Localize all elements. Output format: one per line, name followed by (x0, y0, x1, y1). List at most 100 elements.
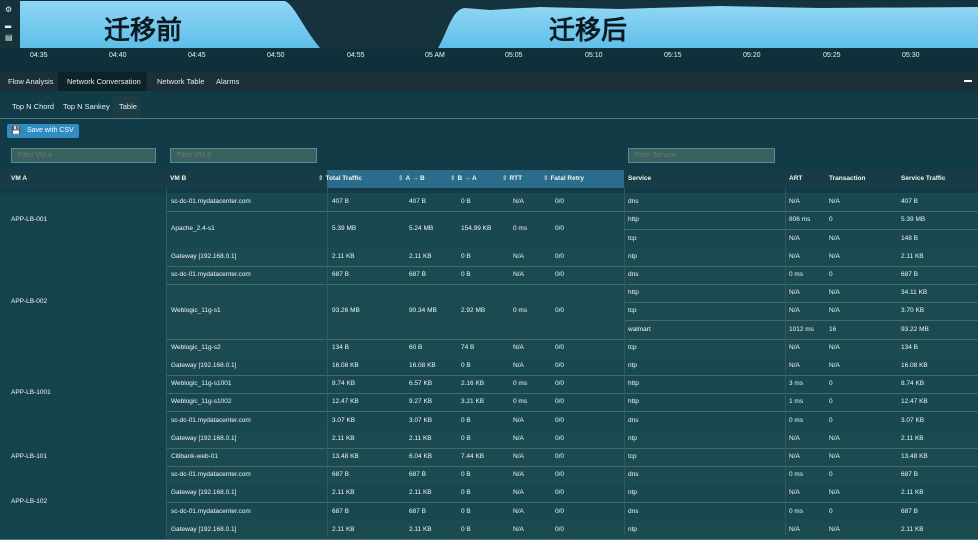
vm-b-cell[interactable]: Gateway [192.168.0.1] (171, 489, 236, 496)
col-service-header[interactable]: Service (628, 170, 651, 188)
tab-network-table[interactable]: Network Table (148, 72, 206, 91)
service-cell[interactable]: dns (628, 198, 638, 205)
column-header-label: RTT (509, 175, 523, 182)
service-cell[interactable]: http (628, 216, 639, 223)
transaction-cell: N/A (829, 289, 840, 297)
a-to-b-cell: 407 B (409, 198, 426, 206)
service-row-divider (624, 338, 978, 340)
rtt-cell: N/A (513, 416, 524, 424)
vm-a-label[interactable]: APP-LB-002 (11, 298, 47, 305)
tab-table[interactable]: Table (113, 96, 141, 118)
service-cell[interactable]: http (628, 380, 639, 387)
filter-vm-b-input[interactable] (170, 148, 317, 163)
settings-icon[interactable]: ⚙ (5, 6, 15, 14)
vm-b-cell[interactable]: Gateway [192.168.0.1] (171, 526, 236, 533)
sort-icon[interactable]: ⇕ (398, 175, 403, 182)
vm-b-cell[interactable]: Weblogic_11g-s1001 (171, 380, 231, 387)
vm-b-cell[interactable]: Gateway [192.168.0.1] (171, 362, 236, 369)
col-transaction-header[interactable]: Transaction (829, 170, 865, 188)
timeline-tick-label: 05 AM (425, 52, 445, 59)
service-cell[interactable]: tcp (628, 453, 637, 460)
art-cell: N/A (789, 343, 800, 351)
vm-a-label[interactable]: APP-LB-102 (11, 498, 47, 505)
vm-b-cell[interactable]: sc-dc-01.mydatacenter.com (171, 271, 251, 278)
art-cell: N/A (789, 489, 800, 497)
vm-b-cell[interactable]: sc-dc-01.mydatacenter.com (171, 198, 251, 205)
tab-network-conversation[interactable]: Network Conversation (58, 72, 147, 91)
vm-b-cell[interactable]: Weblogic_11g-s1002 (171, 398, 231, 405)
vm-b-cell[interactable]: Apache_2.4-s1 (171, 225, 215, 232)
transaction-cell: 16 (829, 325, 837, 333)
service-cell[interactable]: dns (628, 508, 638, 515)
vm-b-cell[interactable]: Gateway [192.168.0.1] (171, 435, 236, 442)
column-header-label: Fatal Retry (550, 175, 585, 182)
total-traffic-cell: 2.11 KB (332, 489, 355, 497)
tab-top-n-sankey[interactable]: Top N Sankey (58, 96, 111, 118)
service-cell[interactable]: ntp (628, 526, 637, 533)
service-cell[interactable]: ntp (628, 489, 637, 496)
vm-b-cell[interactable]: Weblogic_11g-s2 (171, 344, 221, 351)
total-traffic-cell: 93.26 MB (332, 307, 360, 315)
col-total-traffic-header[interactable]: ⇕ Total Traffic (318, 170, 362, 188)
service-cell[interactable]: ntp (628, 362, 637, 369)
service-cell[interactable]: tcp (628, 307, 637, 314)
row-divider (166, 411, 624, 413)
service-cell[interactable]: http (628, 289, 639, 296)
rtt-cell: 0 ms (513, 380, 528, 388)
service-cell[interactable]: tcp (628, 235, 637, 242)
save-csv-button[interactable]: 💾 Save with CSV (7, 124, 79, 138)
vm-a-label[interactable]: APP-LB-1001 (11, 389, 51, 396)
col-b-to-a-header[interactable]: ⇕ B → A (450, 170, 477, 188)
col-art-header[interactable]: ART (789, 170, 802, 188)
sort-icon[interactable]: ⇕ (318, 175, 323, 182)
service-cell[interactable]: dns (628, 417, 638, 424)
service-cell[interactable]: ntp (628, 435, 637, 442)
col-vm-b-header[interactable]: VM B (170, 170, 186, 188)
filter-vm-a-input[interactable] (11, 148, 156, 163)
save-icon: 💾 (11, 126, 21, 135)
column-header-label: A → B (405, 175, 425, 182)
col-service-traffic-header[interactable]: Service Traffic (901, 170, 945, 188)
vm-a-label[interactable]: APP-LB-001 (11, 216, 47, 223)
service-cell[interactable]: dns (628, 271, 638, 278)
fatal-retry-cell: 0/0 (555, 270, 565, 278)
sort-icon[interactable]: ⇕ (502, 175, 507, 182)
rtt-cell: N/A (513, 489, 524, 497)
col-vm-a-header[interactable]: VM A (11, 170, 27, 188)
service-cell[interactable]: http (628, 398, 639, 405)
art-cell: 1 ms (789, 398, 804, 406)
service-cell[interactable]: walmart (628, 326, 651, 333)
vm-a-label[interactable]: APP-LB-101 (11, 453, 47, 460)
vm-b-cell[interactable]: sc-dc-01.mydatacenter.com (171, 417, 251, 424)
b-to-a-cell: 2.92 MB (461, 307, 486, 315)
fatal-retry-cell: 0/0 (555, 507, 565, 515)
service-traffic-cell: 93.22 MB (901, 325, 929, 333)
col-fatal-retry-header[interactable]: ⇕ Fatal Retry (543, 170, 584, 188)
column-divider (166, 188, 167, 535)
rtt-cell: 0 ms (513, 225, 528, 233)
rtt-cell: N/A (513, 471, 524, 479)
signal-icon[interactable]: ▂ (5, 20, 15, 28)
vm-b-cell[interactable]: sc-dc-01.mydatacenter.com (171, 508, 251, 515)
filter-service-input[interactable] (628, 148, 775, 163)
vm-b-cell[interactable]: Weblogic_11g-s1 (171, 307, 221, 314)
tab-flow-analysis[interactable]: Flow Analysis (0, 72, 57, 91)
service-cell[interactable]: tcp (628, 344, 637, 351)
service-cell[interactable]: dns (628, 471, 638, 478)
sort-icon[interactable]: ⇕ (543, 175, 548, 182)
col-rtt-header[interactable]: ⇕ RTT (502, 170, 522, 188)
row-divider (166, 375, 624, 376)
table-icon[interactable]: ▤ (5, 34, 15, 42)
tab-top-n-chord[interactable]: Top N Chord (5, 96, 57, 118)
timeline-tools: ⚙ ▂ ▤ (0, 0, 20, 48)
a-to-b-cell: 60 B (409, 343, 423, 351)
service-cell[interactable]: ntp (628, 253, 637, 260)
timeline-tick-label: 04:50 (267, 52, 285, 59)
vm-b-cell[interactable]: Citibank-web-01 (171, 453, 218, 460)
sort-icon[interactable]: ⇕ (450, 175, 455, 182)
col-a-to-b-header[interactable]: ⇕ A → B (398, 170, 425, 188)
vm-b-cell[interactable]: sc-dc-01.mydatacenter.com (171, 471, 251, 478)
minimize-icon[interactable] (964, 80, 972, 82)
tab-alarms[interactable]: Alarms (210, 72, 250, 91)
vm-b-cell[interactable]: Gateway [192.168.0.1] (171, 253, 236, 260)
